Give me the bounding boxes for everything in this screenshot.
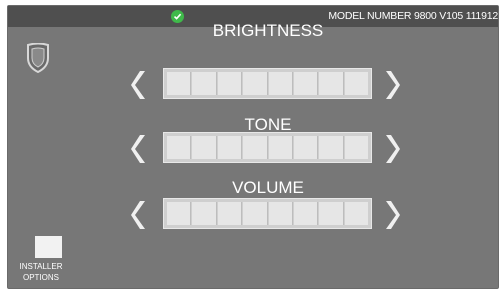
installer-options-label: INSTALLER OPTIONS xyxy=(17,261,65,283)
volume-segment[interactable] xyxy=(344,202,368,225)
brightness-segment[interactable] xyxy=(217,72,243,95)
brightness-slider[interactable] xyxy=(163,68,372,99)
installer-icon xyxy=(35,236,62,258)
volume-increase-arrow-icon[interactable] xyxy=(384,200,400,230)
volume-segment[interactable] xyxy=(268,202,293,225)
tone-increase-arrow-icon[interactable] xyxy=(384,134,400,164)
tone-segment[interactable] xyxy=(268,136,293,159)
shield-icon[interactable] xyxy=(26,43,50,73)
volume-segment[interactable] xyxy=(319,202,344,225)
brightness-decrease-arrow-icon[interactable] xyxy=(131,70,147,100)
installer-options-button[interactable]: INSTALLER OPTIONS xyxy=(17,236,65,286)
volume-title: VOLUME xyxy=(232,178,304,197)
tone-segment[interactable] xyxy=(192,136,217,159)
brightness-segment[interactable] xyxy=(293,72,319,95)
tone-segment[interactable] xyxy=(319,136,344,159)
installer-label-line1: INSTALLER xyxy=(19,262,63,271)
installer-label-line2: OPTIONS xyxy=(22,273,59,282)
volume-segment[interactable] xyxy=(167,202,192,225)
tone-segment[interactable] xyxy=(167,136,192,159)
brightness-segment[interactable] xyxy=(243,72,268,95)
volume-segment[interactable] xyxy=(217,202,243,225)
tone-segment[interactable] xyxy=(217,136,243,159)
volume-decrease-arrow-icon[interactable] xyxy=(131,200,147,230)
tone-decrease-arrow-icon[interactable] xyxy=(131,134,147,164)
brightness-segment[interactable] xyxy=(167,72,192,95)
brightness-segment[interactable] xyxy=(344,72,368,95)
brightness-segment[interactable] xyxy=(192,72,217,95)
volume-segment[interactable] xyxy=(192,202,217,225)
brightness-title: BRIGHTNESS xyxy=(212,21,324,40)
tone-slider[interactable] xyxy=(163,132,372,163)
tone-segment[interactable] xyxy=(243,136,268,159)
tone-segment[interactable] xyxy=(344,136,368,159)
volume-segment[interactable] xyxy=(293,202,319,225)
main-screen: MODEL NUMBER 9800 V105 111912 BRIGHTNESS… xyxy=(7,5,499,289)
volume-slider[interactable] xyxy=(163,198,372,229)
brightness-increase-arrow-icon[interactable] xyxy=(384,70,400,100)
brightness-segment[interactable] xyxy=(268,72,293,95)
tone-segment[interactable] xyxy=(293,136,319,159)
volume-segment[interactable] xyxy=(243,202,268,225)
brightness-segment[interactable] xyxy=(319,72,344,95)
